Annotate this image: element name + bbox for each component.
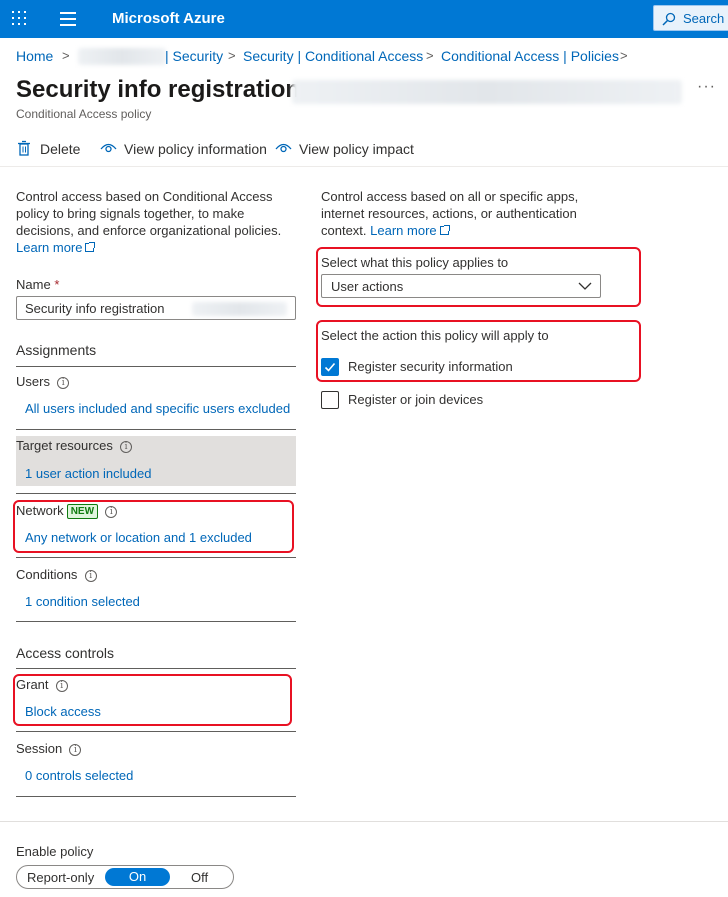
toggle-report-only[interactable]: Report-only xyxy=(27,870,94,885)
brand-title[interactable]: Microsoft Azure xyxy=(112,10,225,27)
enable-policy-label: Enable policy xyxy=(16,844,94,859)
divider xyxy=(16,366,296,367)
trash-icon xyxy=(18,140,30,156)
breadcrumb-home[interactable]: Home xyxy=(16,48,53,64)
register-or-join-devices-checkbox[interactable] xyxy=(321,391,339,409)
required-marker: * xyxy=(54,277,60,292)
divider xyxy=(16,731,296,732)
learn-more-link[interactable]: Learn more xyxy=(370,223,450,238)
target-resources-value-link[interactable]: 1 user action included xyxy=(25,466,151,481)
learn-more-label: Learn more xyxy=(16,240,83,255)
delete-label: Delete xyxy=(40,141,81,157)
info-icon[interactable]: i xyxy=(120,441,133,453)
name-label-text: Name xyxy=(16,277,51,292)
conditions-label-text: Conditions xyxy=(16,567,78,582)
info-icon[interactable]: i xyxy=(84,570,97,582)
policy-name-input[interactable]: Security info registration xyxy=(16,296,296,320)
view-policy-impact-label: View policy impact xyxy=(299,141,414,157)
users-value-link[interactable]: All users included and specific users ex… xyxy=(25,401,290,416)
more-options-button[interactable]: ··· xyxy=(697,78,716,96)
network-highlight-box xyxy=(13,500,294,553)
grant-highlight-box xyxy=(13,674,292,726)
divider xyxy=(16,668,296,669)
command-bar: Delete View policy information View poli… xyxy=(16,140,716,160)
page-subtitle: Conditional Access policy xyxy=(16,107,152,121)
breadcrumb-separator: > xyxy=(62,48,70,63)
toolbar-divider xyxy=(0,166,728,167)
app-launcher-icon[interactable] xyxy=(12,11,28,27)
breadcrumb-security-ca[interactable]: Security | Conditional Access xyxy=(243,48,423,64)
breadcrumb-separator: > xyxy=(228,48,236,63)
conditions-value-link[interactable]: 1 condition selected xyxy=(25,594,140,609)
toggle-on[interactable]: On xyxy=(105,868,170,886)
external-link-icon xyxy=(439,225,450,235)
redacted-name-suffix xyxy=(192,302,287,316)
users-label: Users i xyxy=(16,374,70,389)
external-link-icon xyxy=(85,242,96,252)
register-or-join-devices-label[interactable]: Register or join devices xyxy=(348,392,483,407)
users-label-text: Users xyxy=(16,374,50,389)
action-highlight-box xyxy=(316,320,641,382)
footer-divider xyxy=(0,821,728,822)
learn-more-link[interactable]: Learn more xyxy=(16,240,96,255)
right-intro: Control access based on all or specific … xyxy=(321,188,601,239)
info-icon[interactable]: i xyxy=(69,744,82,756)
divider xyxy=(16,429,296,430)
conditions-label: Conditions i xyxy=(16,567,97,582)
assignments-heading: Assignments xyxy=(16,342,97,358)
target-resources-label: Target resources i xyxy=(16,438,133,453)
session-label-text: Session xyxy=(16,741,63,756)
toggle-off[interactable]: Off xyxy=(191,870,208,885)
search-box[interactable]: Search r xyxy=(653,5,728,31)
breadcrumb-separator: > xyxy=(620,48,628,63)
menu-icon[interactable] xyxy=(60,12,76,26)
session-label: Session i xyxy=(16,741,82,756)
top-bar: Microsoft Azure Search r xyxy=(0,0,728,38)
view-policy-information-label: View policy information xyxy=(124,141,267,157)
breadcrumb-ca-policies[interactable]: Conditional Access | Policies xyxy=(441,48,619,64)
eye-icon xyxy=(275,143,292,153)
search-icon xyxy=(662,12,676,26)
applies-to-highlight-box xyxy=(316,247,641,307)
access-controls-heading: Access controls xyxy=(16,645,115,661)
left-intro: Control access based on Conditional Acce… xyxy=(16,188,296,256)
redacted-tenant xyxy=(78,48,166,65)
breadcrumb-security[interactable]: | Security xyxy=(165,48,223,64)
name-label: Name * xyxy=(16,277,59,292)
breadcrumb-separator: > xyxy=(426,48,434,63)
info-icon[interactable]: i xyxy=(57,377,70,389)
divider xyxy=(16,621,296,622)
page-title: Security info registration xyxy=(16,76,301,103)
redacted-title-suffix xyxy=(292,80,682,104)
left-intro-text: Control access based on Conditional Acce… xyxy=(16,189,282,238)
divider xyxy=(16,493,296,494)
policy-name-value: Security info registration xyxy=(25,301,165,316)
learn-more-label: Learn more xyxy=(370,223,437,238)
eye-icon xyxy=(100,143,117,153)
divider xyxy=(16,557,296,558)
enable-policy-toggle[interactable]: Report-only On Off xyxy=(16,865,234,889)
search-placeholder: Search r xyxy=(683,11,728,26)
target-resources-label-text: Target resources xyxy=(16,438,113,453)
session-value-link[interactable]: 0 controls selected xyxy=(25,768,133,783)
divider xyxy=(16,796,296,797)
